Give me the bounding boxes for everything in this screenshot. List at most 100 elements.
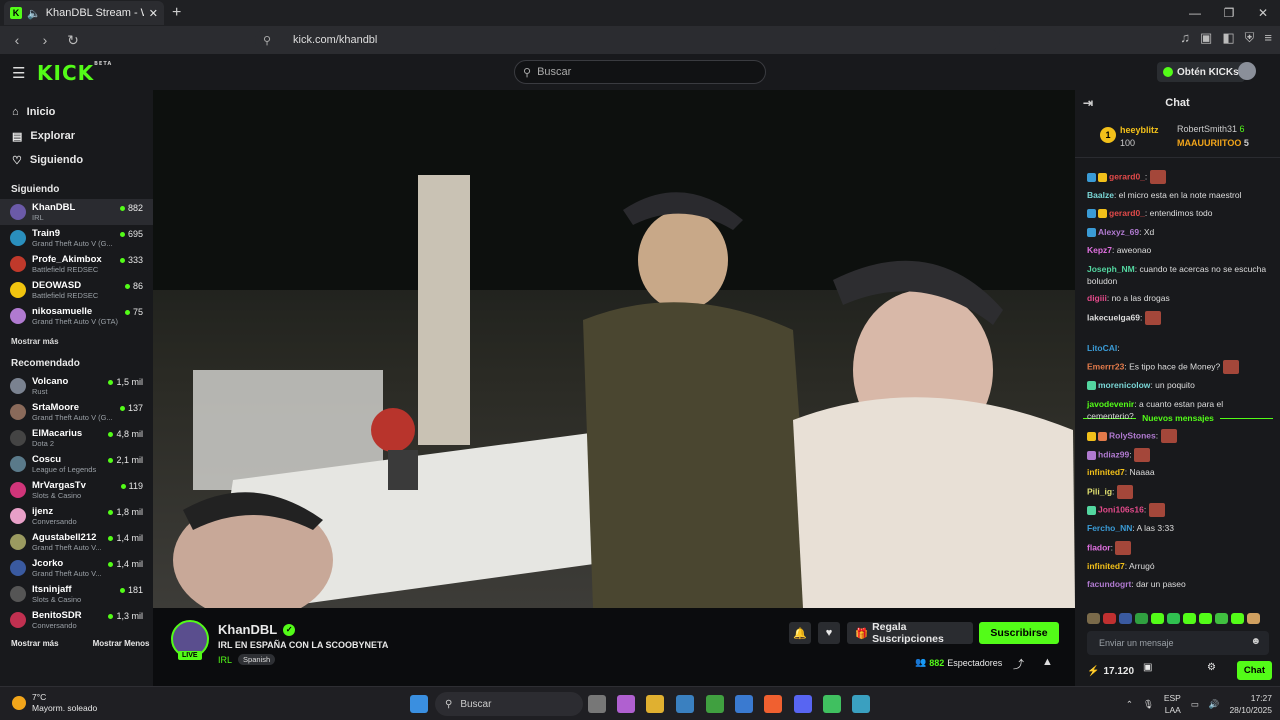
sidebar-channel-mrvargastv[interactable]: MrVargasTv Slots & Casino 119 bbox=[0, 477, 153, 503]
notification-bell-button[interactable]: 🔔 bbox=[789, 622, 811, 644]
channel-points[interactable]: ⚡ 17.120 bbox=[1087, 666, 1134, 677]
chat-username[interactable]: LitoCAI bbox=[1087, 343, 1117, 353]
gear-icon[interactable]: ⚙ bbox=[1207, 662, 1216, 673]
nav-inicio[interactable]: ⌂ Inicio bbox=[0, 100, 153, 124]
emote-icon[interactable] bbox=[1183, 613, 1196, 624]
xbox-icon[interactable] bbox=[706, 695, 724, 713]
vpn-icon[interactable]: ⛨ bbox=[1245, 30, 1255, 46]
streamer-name[interactable]: KhanDBL ✓ bbox=[218, 622, 296, 637]
second-gifter[interactable]: RobertSmith31 6 bbox=[1177, 124, 1245, 134]
chat-username[interactable]: Kepz7 bbox=[1087, 245, 1112, 255]
chat-username[interactable]: Fercho_NN bbox=[1087, 523, 1132, 533]
extensions-icon[interactable]: ♫ bbox=[1180, 30, 1190, 46]
chat-username[interactable]: facundogrt bbox=[1087, 579, 1131, 589]
emote-icon[interactable] bbox=[1119, 613, 1132, 624]
follow-button[interactable]: ♥ bbox=[818, 622, 840, 644]
gift-subscriptions-button[interactable]: 🎁 Regala Suscripciones bbox=[847, 621, 973, 645]
subscribe-button[interactable]: Suscribirse bbox=[979, 622, 1059, 644]
sidebar-channel-agustabell212[interactable]: Agustabell212 Grand Theft Auto V... 1,4 mi… bbox=[0, 529, 153, 555]
kick-logo[interactable]: KICKBETA bbox=[37, 61, 112, 85]
sidebar-channel-khandbl[interactable]: KhanDBL IRL 882 bbox=[0, 199, 153, 225]
brave-icon[interactable] bbox=[764, 695, 782, 713]
sidebar-channel-profe_akimbox[interactable]: Profe_Akimbox Battlefield REDSEC 333 bbox=[0, 251, 153, 277]
chat-username[interactable]: flador bbox=[1087, 542, 1111, 552]
chat-username[interactable]: Alexyz_69 bbox=[1098, 227, 1139, 237]
task-view-icon[interactable] bbox=[588, 695, 606, 713]
sidebar-toggle-icon[interactable]: ▣ bbox=[1200, 30, 1212, 46]
sidebar-channel-srtamoore[interactable]: SrtaMoore Grand Theft Auto V (G... 137 bbox=[0, 399, 153, 425]
chat-username[interactable]: lakecuelga69 bbox=[1087, 312, 1140, 322]
emote-icon[interactable] bbox=[1215, 613, 1228, 624]
menu-icon[interactable]: ≡ bbox=[1264, 30, 1272, 46]
mail-icon[interactable] bbox=[735, 695, 753, 713]
chat-input[interactable]: Enviar un mensaje ☻ bbox=[1087, 631, 1269, 655]
microphone-icon[interactable]: 🎙 bbox=[1143, 699, 1154, 710]
forward-button[interactable]: › bbox=[34, 29, 56, 51]
sidebar-channel-elmacarius[interactable]: ElMacarius Dota 2 4,8 mil bbox=[0, 425, 153, 451]
sidebar-channel-deowasd[interactable]: DEOWASD Battlefield REDSEC 86 bbox=[0, 277, 153, 303]
close-tab-icon[interactable]: ✕ bbox=[149, 7, 158, 20]
language-tag[interactable]: Spanish bbox=[238, 654, 276, 665]
emote-icon[interactable] bbox=[1231, 613, 1244, 624]
browser-tab[interactable]: K 🔈 KhanDBL Stream - Watch Live ✕ bbox=[4, 1, 164, 25]
show-more-following[interactable]: Mostrar más bbox=[11, 337, 153, 346]
wallet-icon[interactable]: ◧ bbox=[1222, 30, 1234, 46]
sidebar-channel-itsninjaff[interactable]: Itsninjaff Slots & Casino 181 bbox=[0, 581, 153, 607]
emoji-icon[interactable]: ☻ bbox=[1250, 636, 1261, 647]
taskbar-search[interactable]: ⚲ Buscar bbox=[435, 692, 583, 716]
site-info-icon[interactable]: ⚲ bbox=[263, 34, 293, 47]
sidebar-channel-nikosamuelle[interactable]: nikosamuelle Grand Theft Auto V (GTA) 75 bbox=[0, 303, 153, 329]
back-button[interactable]: ‹ bbox=[6, 29, 28, 51]
restore-button[interactable]: ❐ bbox=[1212, 0, 1246, 26]
chat-username[interactable]: digiii bbox=[1087, 293, 1107, 303]
minimize-button[interactable]: — bbox=[1178, 0, 1212, 26]
chat-username[interactable]: Joseph_NM bbox=[1087, 264, 1135, 274]
chat-username[interactable]: Baalze bbox=[1087, 190, 1114, 200]
chevron-up-icon[interactable]: ⌃ bbox=[1126, 699, 1133, 710]
new-tab-button[interactable]: + bbox=[172, 4, 181, 22]
chat-username[interactable]: morenicolow bbox=[1098, 380, 1150, 390]
file-explorer-icon[interactable] bbox=[646, 695, 664, 713]
third-gifter[interactable]: MAAUURIITOO 5 bbox=[1177, 138, 1249, 148]
store-icon[interactable]: ▣ bbox=[1143, 662, 1152, 673]
volume-icon[interactable]: 🔊 bbox=[1209, 699, 1220, 710]
category-link[interactable]: IRL bbox=[218, 655, 232, 665]
chat-username[interactable]: javodevenir bbox=[1087, 399, 1134, 409]
nav-explorar[interactable]: ▤ Explorar bbox=[0, 124, 153, 148]
sidebar-channel-jcorko[interactable]: Jcorko Grand Theft Auto V... 1,4 mil bbox=[0, 555, 153, 581]
emote-icon[interactable] bbox=[1167, 613, 1180, 624]
weather-widget[interactable]: 7°C Mayorm. soleado bbox=[12, 692, 97, 714]
chat-username[interactable]: Pili_ig bbox=[1087, 486, 1112, 496]
emote-icon[interactable] bbox=[1151, 613, 1164, 624]
copilot-icon[interactable] bbox=[617, 695, 635, 713]
start-icon[interactable] bbox=[410, 695, 428, 713]
chat-username[interactable]: Joni106s16 bbox=[1098, 504, 1144, 514]
report-icon[interactable]: ▲ bbox=[1042, 656, 1053, 668]
hamburger-menu-icon[interactable]: ☰ bbox=[12, 64, 25, 82]
chat-username[interactable]: infinited7 bbox=[1087, 561, 1125, 571]
show-less-recommended[interactable]: Mostrar Menos bbox=[93, 639, 150, 648]
sidebar-channel-volcano[interactable]: Volcano Rust 1,5 mil bbox=[0, 373, 153, 399]
emote-icon[interactable] bbox=[1103, 613, 1116, 624]
sidebar-channel-train9[interactable]: Train9 Grand Theft Auto V (G... 695 bbox=[0, 225, 153, 251]
chat-username[interactable]: gerard0_ bbox=[1109, 171, 1145, 181]
top-gifter-name[interactable]: heeyblitz bbox=[1120, 125, 1159, 135]
sidebar-channel-ijenz[interactable]: ijenz Conversando 1,8 mil bbox=[0, 503, 153, 529]
language-indicator[interactable]: ESP LAA bbox=[1164, 692, 1181, 716]
search-input[interactable]: ⚲ Buscar bbox=[514, 60, 766, 84]
sidebar-channel-coscu[interactable]: Coscu League of Legends 2,1 mil bbox=[0, 451, 153, 477]
emote-icon[interactable] bbox=[1087, 613, 1100, 624]
emote-icon[interactable] bbox=[1199, 613, 1212, 624]
chat-username[interactable]: gerard0_ bbox=[1109, 208, 1145, 218]
sidebar-channel-benitosdr[interactable]: BenitoSDR Conversando 1,3 mil bbox=[0, 607, 153, 633]
get-kicks-button[interactable]: Obtén KICKs bbox=[1157, 62, 1245, 82]
collapse-chat-icon[interactable]: ⇥ bbox=[1083, 96, 1093, 110]
nav-siguiendo[interactable]: ♡ Siguiendo bbox=[0, 148, 153, 172]
store-app-icon[interactable] bbox=[676, 695, 694, 713]
close-window-button[interactable]: ✕ bbox=[1246, 0, 1280, 26]
discord-icon[interactable] bbox=[794, 695, 812, 713]
clock[interactable]: 17:27 28/10/2025 bbox=[1229, 692, 1272, 716]
network-icon[interactable]: ▭ bbox=[1191, 699, 1199, 710]
emote-icon[interactable] bbox=[1135, 613, 1148, 624]
show-more-recommended[interactable]: Mostrar más bbox=[11, 639, 59, 648]
